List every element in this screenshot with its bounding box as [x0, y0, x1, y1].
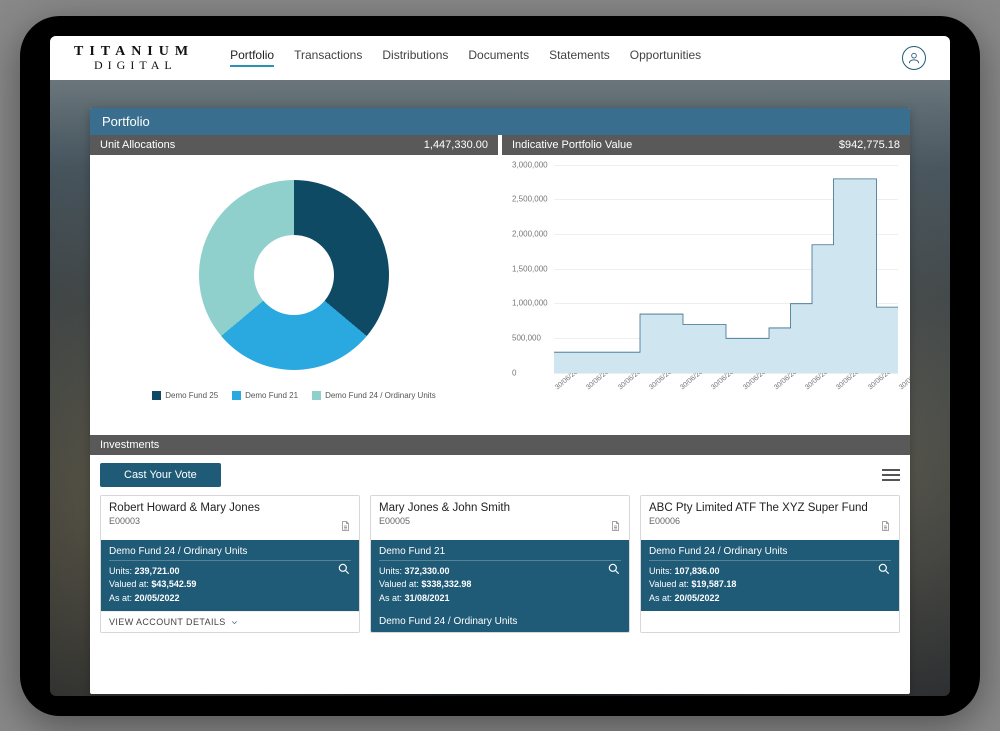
search-icon[interactable]	[877, 562, 891, 576]
search-icon[interactable]	[607, 562, 621, 576]
view-account-details-button[interactable]: VIEW ACCOUNT DETAILS	[101, 611, 359, 632]
valued-row: Valued at: $338,332.98	[379, 578, 621, 592]
valued-row: Valued at: $43,542.59	[109, 578, 351, 592]
list-view-icon[interactable]	[882, 469, 900, 481]
chevron-down-icon	[230, 618, 239, 627]
allocations-donut-chart	[199, 180, 389, 370]
units-row: Units: 372,330.00	[379, 565, 621, 579]
valued-row: Valued at: $19,587.18	[649, 578, 891, 592]
indicative-value-label: Indicative Portfolio Value	[512, 139, 632, 151]
investment-card: Robert Howard & Mary Jones E00003 Demo Fun…	[100, 495, 360, 634]
nav-statements[interactable]: Statements	[549, 48, 610, 67]
top-nav: TITANIUM DIGITAL Portfolio Transactions …	[50, 36, 950, 80]
document-icon[interactable]	[609, 520, 621, 534]
asat-row: As at: 31/08/2021	[379, 592, 621, 606]
investor-code: E00003	[109, 516, 351, 526]
asat-row: As at: 20/05/2022	[649, 592, 891, 606]
document-icon[interactable]	[339, 520, 351, 534]
nav-opportunities[interactable]: Opportunities	[630, 48, 701, 67]
indicative-value-amount: $942,775.18	[839, 139, 900, 151]
nav-distributions[interactable]: Distributions	[382, 48, 448, 67]
fund-name: Demo Fund 24 / Ordinary Units	[109, 546, 351, 561]
document-icon[interactable]	[879, 520, 891, 534]
portfolio-value-chart: 0500,0001,000,0001,500,0002,000,0002,500…	[508, 165, 904, 395]
unit-allocations-box: Unit Allocations 1,447,330.00 Demo Fund …	[90, 135, 498, 435]
investor-name: Robert Howard & Mary Jones	[109, 502, 351, 514]
profile-icon[interactable]	[902, 46, 926, 70]
asat-row: As at: 20/05/2022	[109, 592, 351, 606]
fund-name: Demo Fund 21	[379, 546, 621, 561]
investment-card: Mary Jones & John Smith E00005 Demo Fund 2…	[370, 495, 630, 634]
unit-allocations-label: Unit Allocations	[100, 139, 175, 151]
investor-name: Mary Jones & John Smith	[379, 502, 621, 514]
nav-tabs: Portfolio Transactions Distributions Doc…	[230, 48, 701, 67]
brand-logo: TITANIUM DIGITAL	[74, 45, 194, 71]
portfolio-title: Portfolio	[90, 108, 910, 135]
investments-title: Investments	[90, 435, 910, 455]
units-row: Units: 107,836.00	[649, 565, 891, 579]
investment-card: ABC Pty Limited ATF The XYZ Super Fund E0…	[640, 495, 900, 634]
portfolio-panel: Portfolio Unit Allocations 1,447,330.00 …	[90, 108, 910, 694]
search-icon[interactable]	[337, 562, 351, 576]
investor-code: E00005	[379, 516, 621, 526]
cast-vote-button[interactable]: Cast Your Vote	[100, 463, 221, 487]
investor-code: E00006	[649, 516, 891, 526]
investor-name: ABC Pty Limited ATF The XYZ Super Fund	[649, 502, 891, 514]
nav-transactions[interactable]: Transactions	[294, 48, 362, 67]
indicative-value-box: Indicative Portfolio Value $942,775.18 0…	[502, 135, 910, 435]
fund-name: Demo Fund 24 / Ordinary Units	[649, 546, 891, 561]
donut-legend: Demo Fund 25 Demo Fund 21 Demo Fund 24 /…	[96, 391, 492, 400]
unit-allocations-value: 1,447,330.00	[424, 139, 488, 151]
nav-portfolio[interactable]: Portfolio	[230, 48, 274, 67]
nav-documents[interactable]: Documents	[468, 48, 529, 67]
units-row: Units: 239,721.00	[109, 565, 351, 579]
fund-name-secondary: Demo Fund 24 / Ordinary Units	[371, 611, 629, 632]
